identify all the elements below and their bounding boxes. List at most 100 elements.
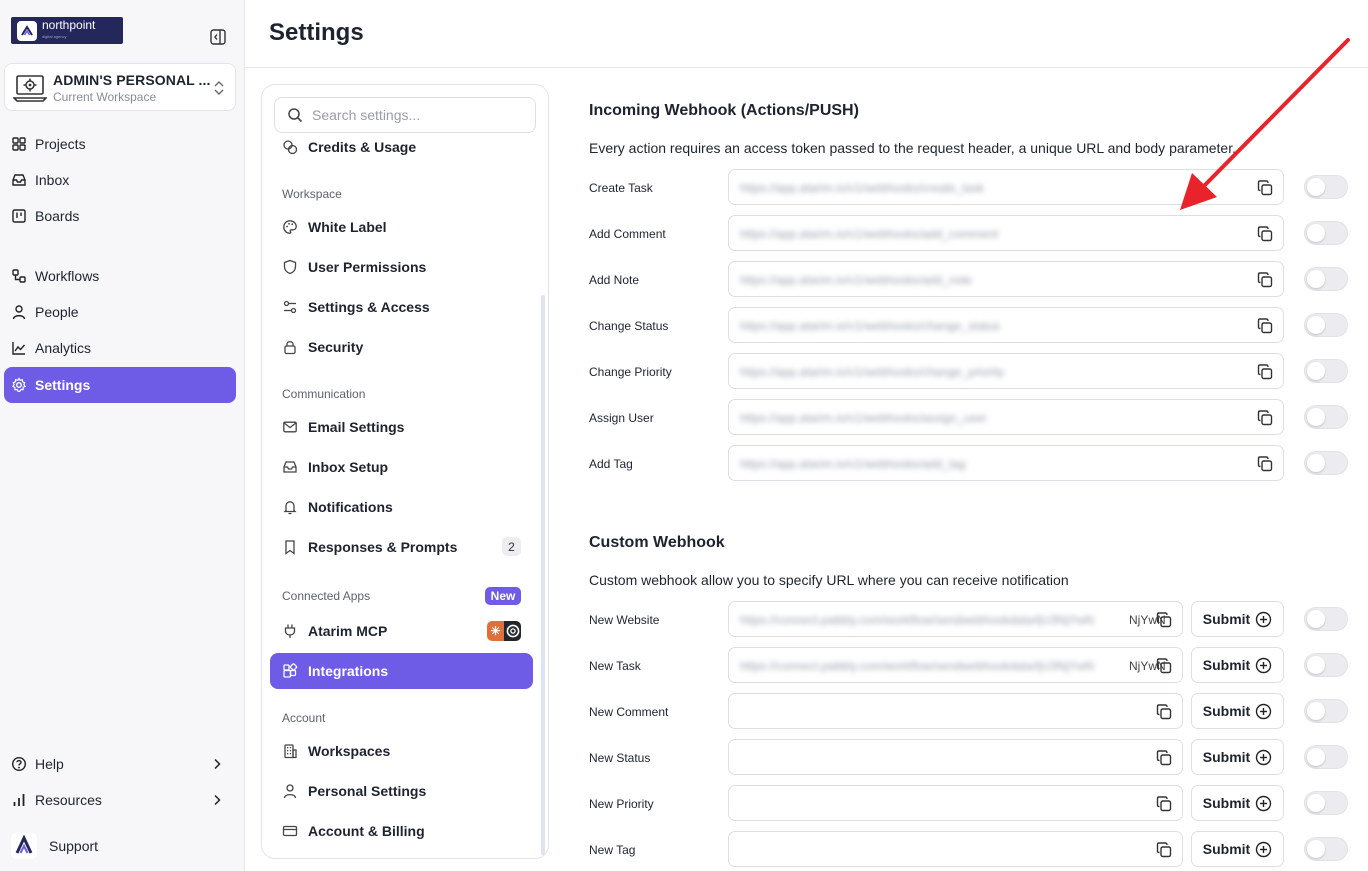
custom-url-value: https://connect.pabbly.com/workflow/send… (740, 659, 1094, 673)
incoming-add-note-url-field[interactable]: https://app.atarim.io/v1/webhooks/add_no… (728, 261, 1284, 297)
custom-new-comment-toggle[interactable] (1304, 699, 1348, 723)
copy-icon[interactable] (1256, 363, 1274, 381)
incoming-change-status-toggle[interactable] (1304, 313, 1348, 337)
copy-icon[interactable] (1155, 841, 1173, 859)
workspace-laptop-gear-icon (12, 72, 48, 104)
menu-settings-access-text: Settings & Access (308, 299, 430, 315)
custom-new-website-label: New Website (589, 613, 660, 627)
bell-icon (283, 501, 297, 515)
copy-icon[interactable] (1155, 657, 1173, 675)
incoming-url-value: https://app.atarim.io/v1/webhooks/change… (740, 365, 1005, 379)
incoming-add-tag-toggle[interactable] (1304, 451, 1348, 475)
custom-new-tag-url-input[interactable] (728, 831, 1183, 867)
incoming-change-status-url-field[interactable]: https://app.atarim.io/v1/webhooks/change… (728, 307, 1284, 343)
nav-help[interactable]: Help (4, 747, 236, 781)
menu-notifications[interactable]: Notifications (270, 489, 533, 525)
settings-search-input[interactable] (312, 107, 522, 123)
custom-new-task-url-input[interactable]: https://connect.pabbly.com/workflow/send… (728, 647, 1183, 683)
workspace-subtitle: Current Workspace (53, 90, 157, 104)
nav-projects[interactable]: Projects (4, 127, 236, 161)
copy-icon[interactable] (1155, 749, 1173, 767)
incoming-add-note-toggle[interactable] (1304, 267, 1348, 291)
brand-logo[interactable]: northpoint digital agency (11, 17, 123, 44)
copy-icon[interactable] (1256, 455, 1274, 473)
incoming-url-value: https://app.atarim.io/v1/webhooks/create… (740, 181, 985, 195)
custom-new-priority-url-input[interactable] (728, 785, 1183, 821)
copy-icon[interactable] (1155, 795, 1173, 813)
custom-new-status-toggle[interactable] (1304, 745, 1348, 769)
copy-icon[interactable] (1256, 271, 1274, 289)
custom-new-tag-toggle[interactable] (1304, 837, 1348, 861)
incoming-webhook-title: Incoming Webhook (Actions/PUSH) (589, 102, 859, 119)
line-chart-icon (12, 342, 26, 355)
menu-responses-prompts[interactable]: Responses & Prompts 2 (270, 529, 533, 565)
bookmark-icon (285, 540, 295, 555)
menu-inbox-setup[interactable]: Inbox Setup (270, 449, 533, 485)
menu-atarim-mcp[interactable]: Atarim MCP ✳ (270, 613, 533, 649)
incoming-add-tag-url-field[interactable]: https://app.atarim.io/v1/webhooks/add_ta… (728, 445, 1284, 481)
menu-credits-usage[interactable]: Credits & Usage (270, 129, 533, 165)
menu-integrations[interactable]: Integrations (270, 653, 533, 689)
custom-new-website-submit-button[interactable]: Submit (1191, 601, 1284, 637)
menu-security-text: Security (308, 339, 364, 355)
custom-new-status-submit-button[interactable]: Submit (1191, 739, 1284, 775)
menu-account-billing[interactable]: Account & Billing (270, 813, 533, 849)
custom-new-tag-submit-button[interactable]: Submit (1191, 831, 1284, 867)
menu-workspaces[interactable]: Workspaces (270, 733, 533, 769)
incoming-change-status-label: Change Status (589, 319, 669, 333)
custom-webhook-title: Custom Webhook (589, 534, 725, 551)
gear-icon (12, 377, 26, 392)
menu-security[interactable]: Security (270, 329, 533, 365)
custom-new-task-toggle[interactable] (1304, 653, 1348, 677)
menu-personal-settings[interactable]: Personal Settings (270, 773, 533, 809)
incoming-change-priority-toggle[interactable] (1304, 359, 1348, 383)
custom-new-priority-toggle[interactable] (1304, 791, 1348, 815)
menu-email-settings[interactable]: Email Settings (270, 409, 533, 445)
menu-group-communication: Communication (282, 387, 366, 401)
plus-circle-icon (1250, 703, 1272, 720)
menu-user-permissions[interactable]: User Permissions (270, 249, 533, 285)
page-header: Settings (245, 0, 1368, 68)
copy-icon[interactable] (1256, 317, 1274, 335)
copy-icon[interactable] (1256, 179, 1274, 197)
sidebar: northpoint digital agency ADMIN'S PERSON… (0, 0, 245, 871)
workspace-switcher[interactable]: ADMIN'S PERSONAL ... Current Workspace (4, 63, 236, 111)
custom-new-comment-submit-button[interactable]: Submit (1191, 693, 1284, 729)
incoming-create-task-url-field[interactable]: https://app.atarim.io/v1/webhooks/create… (728, 169, 1284, 205)
nav-settings[interactable]: Settings (4, 367, 236, 403)
custom-new-comment-url-input[interactable] (728, 693, 1183, 729)
incoming-url-value: https://app.atarim.io/v1/webhooks/change… (740, 319, 1001, 333)
nav-support[interactable]: Support (4, 829, 236, 863)
nav-workflows[interactable]: Workflows (4, 259, 236, 293)
submit-label: Submit (1202, 749, 1251, 765)
custom-new-status-url-input[interactable] (728, 739, 1183, 775)
nav-boards[interactable]: Boards (4, 199, 236, 233)
incoming-add-comment-url-field[interactable]: https://app.atarim.io/v1/webhooks/add_co… (728, 215, 1284, 251)
workflow-icon (12, 269, 26, 283)
incoming-change-priority-url-field[interactable]: https://app.atarim.io/v1/webhooks/change… (728, 353, 1284, 389)
collapse-sidebar-icon[interactable] (209, 28, 227, 46)
menu-white-label[interactable]: White Label (270, 209, 533, 245)
custom-new-website-url-input[interactable]: https://connect.pabbly.com/workflow/send… (728, 601, 1183, 637)
incoming-assign-user-toggle[interactable] (1304, 405, 1348, 429)
custom-new-priority-submit-button[interactable]: Submit (1191, 785, 1284, 821)
copy-icon[interactable] (1155, 703, 1173, 721)
copy-icon[interactable] (1256, 225, 1274, 243)
incoming-add-comment-toggle[interactable] (1304, 221, 1348, 245)
incoming-create-task-toggle[interactable] (1304, 175, 1348, 199)
custom-new-website-toggle[interactable] (1304, 607, 1348, 631)
nav-people[interactable]: People (4, 295, 236, 329)
nav-inbox[interactable]: Inbox (4, 163, 236, 197)
copy-icon[interactable] (1155, 611, 1173, 629)
menu-settings-access[interactable]: Settings & Access (270, 289, 533, 325)
custom-new-task-submit-button[interactable]: Submit (1191, 647, 1284, 683)
submit-label: Submit (1202, 657, 1251, 673)
lock-icon (284, 341, 296, 355)
nav-analytics[interactable]: Analytics (4, 331, 236, 365)
nav-resources[interactable]: Resources (4, 783, 236, 817)
copy-icon[interactable] (1256, 409, 1274, 427)
brand-name: northpoint digital agency (42, 19, 95, 43)
nav-people-label: People (35, 304, 79, 320)
incoming-assign-user-url-field[interactable]: https://app.atarim.io/v1/webhooks/assign… (728, 399, 1284, 435)
menu-scrollbar[interactable] (541, 295, 545, 855)
